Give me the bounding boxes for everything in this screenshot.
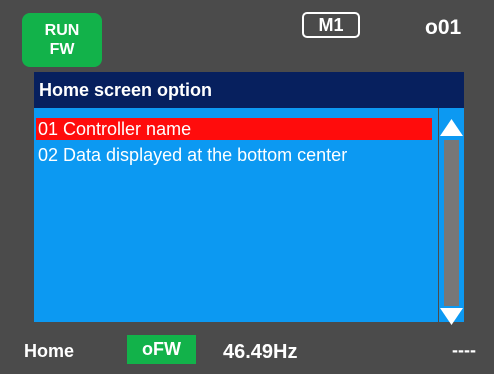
scroll-up-icon[interactable] bbox=[439, 116, 464, 138]
run-direction-label: FW bbox=[49, 41, 75, 58]
scrollbar[interactable] bbox=[439, 108, 464, 325]
frequency-readout: 46.49Hz bbox=[223, 341, 298, 363]
extra-readout: ---- bbox=[452, 340, 476, 360]
home-label: Home bbox=[24, 341, 75, 361]
scroll-track[interactable] bbox=[444, 140, 459, 306]
direction-badge: oFW bbox=[127, 335, 196, 364]
motor-mode-badge: M1 bbox=[302, 12, 360, 38]
run-status-badge: RUN FW bbox=[22, 13, 102, 67]
option-list: 01 Controller name 02 Data displayed at … bbox=[34, 108, 438, 322]
scroll-down-icon[interactable] bbox=[439, 306, 464, 328]
list-item-bottom-center-data[interactable]: 02 Data displayed at the bottom center bbox=[36, 144, 432, 166]
panel-title: Home screen option bbox=[34, 72, 464, 108]
screen-code: o01 bbox=[425, 16, 462, 39]
run-status-label: RUN bbox=[44, 22, 80, 39]
list-item-controller-name[interactable]: 01 Controller name bbox=[36, 118, 432, 140]
